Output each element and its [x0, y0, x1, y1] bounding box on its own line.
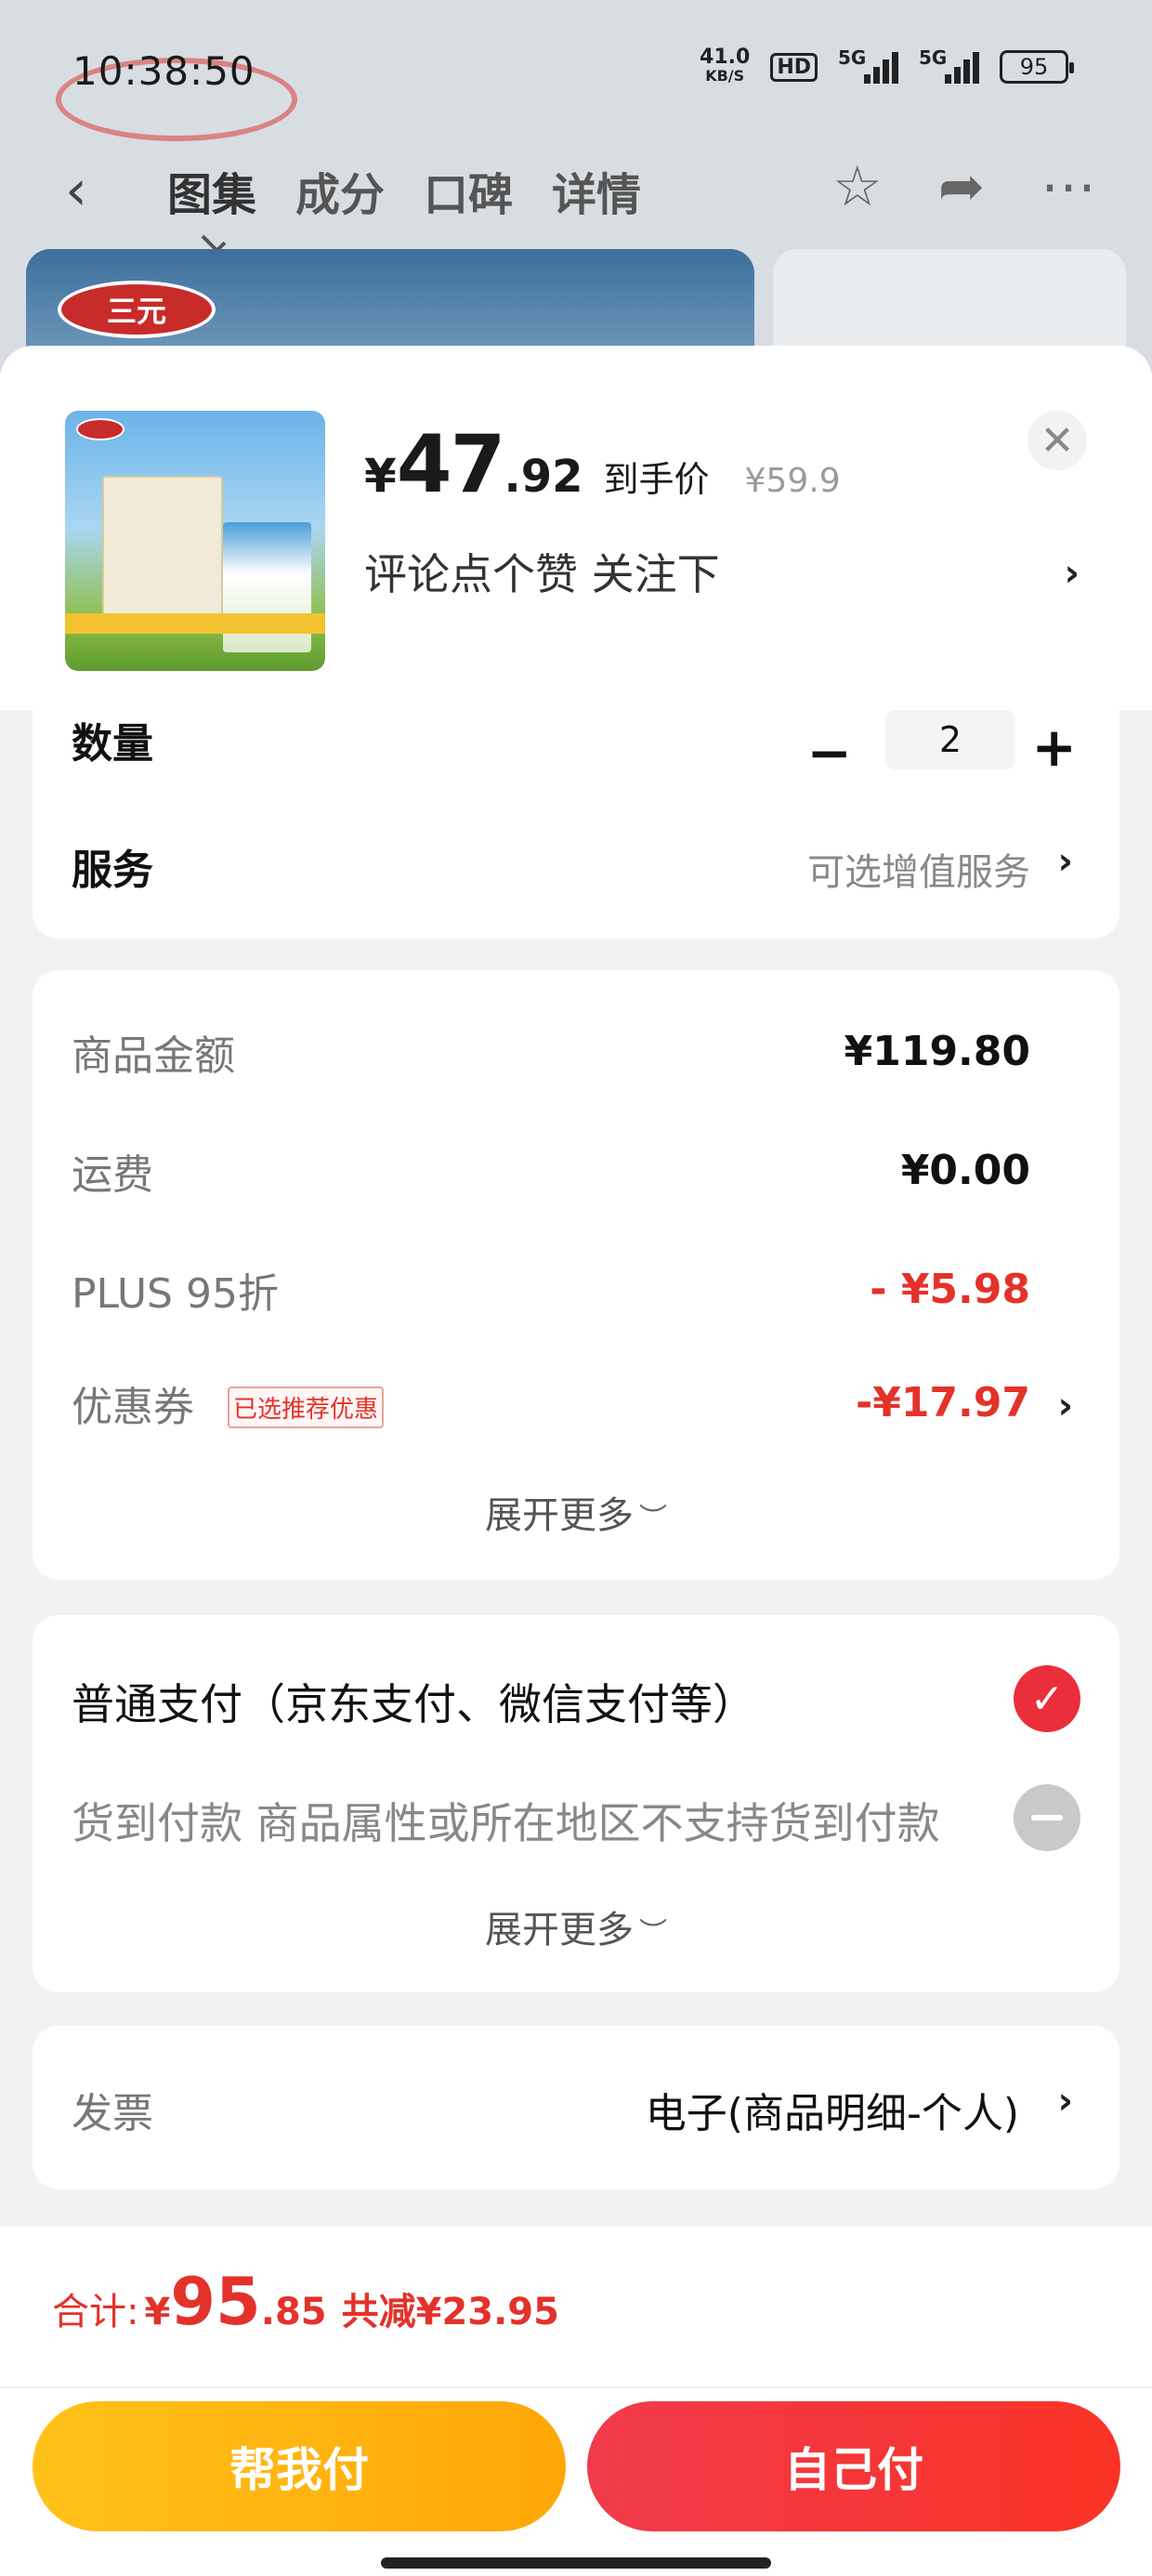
invoice-label: 发票 [72, 2090, 153, 2137]
status-icons: 41.0 KB/S HD 5G 5G 95 [700, 46, 1074, 85]
service-label: 服务 [72, 847, 153, 894]
status-time: 10:38:50 [72, 48, 255, 94]
hd-icon: HD [770, 52, 818, 82]
price-row: ¥ 47 .92 到手价 ¥59.9 [364, 418, 841, 511]
more-icon[interactable]: ⋯ [1041, 154, 1096, 219]
goods-amount-value: ¥119.80 [844, 1028, 1030, 1075]
help-pay-button[interactable]: 帮我付 [33, 2401, 566, 2531]
back-arrow-icon[interactable]: ‹ [65, 158, 87, 223]
product-header: ¥ 47 .92 到手价 ¥59.9 ✕ 评论点个赞 关注下 › [0, 346, 1152, 710]
price-currency: ¥ [364, 449, 397, 503]
follow-text[interactable]: 评论点个赞 关注下 [364, 541, 1089, 602]
self-pay-button[interactable]: 自己付 [587, 2401, 1120, 2531]
original-price: ¥59.9 [744, 462, 841, 500]
coupon-label: 优惠券 [72, 1384, 194, 1431]
total-decimal: .85 [260, 2291, 327, 2333]
amount-card: 商品金额 ¥119.80 运费 ¥0.00 PLUS 95折 - ¥5.98 优… [33, 970, 1119, 1580]
payment-option-normal[interactable]: 普通支付（京东支付、微信支付等） [72, 1671, 755, 1732]
signal-icon: 5G [838, 46, 898, 84]
chevron-right-icon[interactable]: › [1065, 552, 1080, 595]
payment-card: 普通支付（京东支付、微信支付等） ✓ 货到付款 商品属性或所在地区不支持货到付款… [33, 1615, 1119, 1992]
thumbnail-decoration [65, 613, 325, 634]
product-thumbnail[interactable] [65, 411, 325, 671]
plus-discount-value: - ¥5.98 [870, 1266, 1030, 1313]
quantity-input[interactable]: 2 [885, 710, 1015, 769]
brand-logo: 三元 [58, 281, 216, 338]
tab-ingredients[interactable]: 成分 [295, 158, 385, 223]
share-icon[interactable]: ➦ [938, 154, 985, 219]
quantity-increase-button[interactable]: + [1031, 716, 1077, 779]
product-poster [102, 476, 223, 615]
order-sheet: ¥ 47 .92 到手价 ¥59.9 ✕ 评论点个赞 关注下 › 数量 − 2 … [0, 346, 1152, 2576]
background-product-page: 10:38:50 41.0 KB/S HD 5G 5G 95 ‹ 图集 成分 口… [0, 0, 1152, 372]
chevron-right-icon[interactable]: › [1058, 840, 1073, 883]
invoice-value[interactable]: 电子(商品明细-个人) [646, 2080, 1019, 2139]
total-integer: 95 [170, 2264, 261, 2340]
status-bar: 10:38:50 41.0 KB/S HD 5G 5G 95 [0, 37, 1152, 102]
quantity-service-card: 数量 − 2 + 服务 可选增值服务 › [33, 710, 1119, 939]
chevron-right-icon[interactable]: › [1058, 1385, 1073, 1427]
expand-more-payment[interactable]: 展开更多 ︶ [33, 1899, 1119, 1953]
coupon-tag-badge: 已选推荐优惠 [228, 1387, 385, 1428]
home-indicator[interactable] [381, 2557, 771, 2569]
star-icon[interactable]: ☆ [832, 154, 883, 219]
checked-circle-icon[interactable]: ✓ [1014, 1665, 1080, 1732]
tab-details[interactable]: 详情 [552, 158, 641, 223]
chevron-down-icon: ︶ [639, 1917, 667, 1950]
goods-amount-label: 商品金额 [72, 1032, 235, 1080]
chevron-down-icon: ︶ [639, 1503, 667, 1535]
total-saved: 共减¥23.95 [341, 2291, 559, 2333]
shipping-value: ¥0.00 [900, 1147, 1030, 1194]
network-speed: 41.0 KB/S [700, 46, 751, 85]
total-label: 合计: [52, 2291, 139, 2333]
close-icon[interactable]: ✕ [1028, 411, 1087, 470]
product-nav-bar: ‹ 图集 成分 口碑 详情 ☆ ➦ ⋯ [0, 149, 1152, 232]
payment-option-cod: 货到付款 商品属性或所在地区不支持货到付款 [72, 1798, 940, 1848]
chevron-right-icon[interactable]: › [1058, 2080, 1073, 2123]
tab-gallery[interactable]: 图集 [167, 158, 256, 223]
quantity-label: 数量 [72, 720, 153, 768]
quantity-decrease-button[interactable]: − [806, 721, 852, 784]
expand-more-amounts[interactable]: 展开更多 ︶ [33, 1485, 1119, 1539]
disabled-circle-icon [1014, 1784, 1080, 1851]
total-summary: 合计: ¥ 95 .85 共减¥23.95 [52, 2264, 559, 2340]
service-value[interactable]: 可选增值服务 [807, 842, 1030, 896]
plus-discount-label: PLUS 95折 [72, 1270, 279, 1318]
checkout-bar: 合计: ¥ 95 .85 共减¥23.95 帮我付 自己付 [0, 2227, 1152, 2576]
brand-logo-icon [76, 418, 124, 440]
nav-actions: ☆ ➦ ⋯ [832, 154, 1096, 219]
price-label: 到手价 [603, 459, 710, 500]
coupon-value[interactable]: -¥17.97 [856, 1379, 1030, 1426]
battery-icon: 95 [1000, 50, 1074, 84]
total-currency: ¥ [144, 2291, 171, 2333]
divider [0, 2386, 1152, 2388]
shipping-label: 运费 [72, 1151, 153, 1199]
price-integer: 47 [396, 418, 506, 511]
nav-tabs: 图集 成分 口碑 详情 [167, 158, 641, 223]
tab-reviews[interactable]: 口碑 [424, 158, 513, 223]
price-decimal: .92 [504, 451, 583, 503]
invoice-card[interactable]: 发票 电子(商品明细-个人) › [33, 2026, 1119, 2189]
signal-icon-2: 5G [919, 46, 979, 84]
